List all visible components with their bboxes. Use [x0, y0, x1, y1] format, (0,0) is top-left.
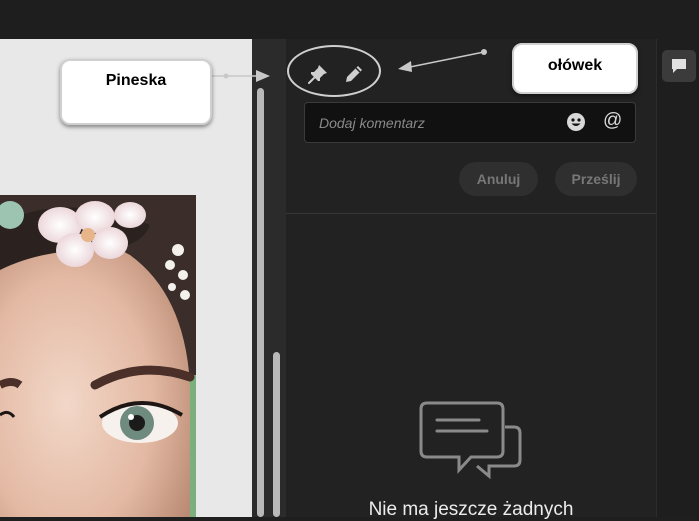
pin-callout: Pineska: [60, 59, 212, 125]
pencil-callout: ołówek: [512, 43, 638, 94]
